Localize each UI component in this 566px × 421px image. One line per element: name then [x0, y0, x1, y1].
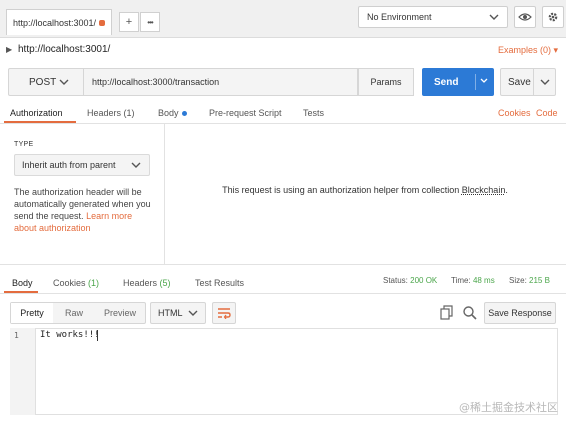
format-pretty-button[interactable]: Pretty — [11, 303, 53, 323]
send-divider — [475, 74, 476, 90]
copy-icon[interactable] — [440, 305, 454, 321]
response-tab-body[interactable]: Body — [12, 278, 33, 288]
response-headers-count: (5) — [159, 278, 171, 288]
response-tab-headers[interactable]: Headers (5) — [123, 278, 171, 288]
text-cursor — [97, 330, 98, 341]
chevron-down-icon — [188, 310, 198, 316]
method-label: POST — [29, 76, 57, 88]
auth-type-label: TYPE — [14, 141, 34, 148]
tab-options-button[interactable]: ••• — [140, 12, 160, 32]
save-label: Save — [508, 76, 531, 88]
eye-icon — [518, 13, 532, 21]
auth-message-text: This request is using an authorization h… — [222, 185, 460, 195]
line-number: 1 — [14, 331, 19, 340]
language-label: HTML — [158, 308, 183, 318]
new-tab-button[interactable]: + — [119, 12, 139, 32]
chevron-down-icon — [59, 79, 69, 85]
response-tabs-border — [0, 293, 566, 294]
body-indicator-dot-icon — [181, 111, 187, 117]
send-label: Send — [434, 76, 459, 88]
language-select[interactable]: HTML — [150, 302, 206, 324]
request-tab-title: http://localhost:3001/ — [13, 17, 97, 28]
format-preview-button[interactable]: Preview — [95, 303, 145, 323]
wrap-lines-button[interactable] — [212, 302, 236, 324]
watermark: @稀土掘金技术社区 — [459, 401, 558, 414]
chevron-down-icon — [131, 162, 141, 168]
request-title-row: ▶ http://localhost:3001/ Examples (0) ▾ — [0, 38, 566, 62]
active-tab-indicator — [4, 121, 76, 123]
tab-authorization[interactable]: Authorization — [10, 108, 63, 118]
auth-helper-message: This request is using an authorization h… — [165, 185, 565, 195]
manage-environments-button[interactable] — [542, 6, 564, 28]
auth-description: The authorization header will be automat… — [14, 186, 154, 234]
response-time: Time: 48 ms — [451, 276, 495, 285]
format-toggle-group: Pretty Raw Preview — [10, 302, 146, 324]
time-value: 48 ms — [472, 276, 495, 285]
request-name[interactable]: http://localhost:3001/ — [18, 44, 110, 55]
save-button[interactable]: Save — [500, 68, 556, 96]
status-label: Status: — [383, 276, 408, 285]
line-number-gutter — [10, 328, 36, 415]
expand-arrow-icon[interactable]: ▶ — [6, 45, 12, 54]
chevron-down-icon — [489, 14, 499, 20]
size-value: 215 B — [529, 276, 550, 285]
environment-quick-look-button[interactable] — [514, 6, 536, 28]
response-cookies-label: Cookies — [53, 278, 86, 288]
time-label: Time: — [451, 276, 471, 285]
method-select[interactable]: POST — [8, 68, 84, 96]
collection-link[interactable]: Blockchain — [462, 185, 506, 195]
auth-message-end: . — [505, 185, 508, 195]
environment-select[interactable]: No Environment — [358, 6, 508, 28]
unsaved-dot-icon — [99, 20, 105, 26]
gear-icon — [548, 12, 558, 22]
environment-label: No Environment — [367, 12, 432, 22]
response-body-text: It works!!! — [40, 330, 100, 340]
save-response-button[interactable]: Save Response — [484, 302, 556, 324]
format-raw-button[interactable]: Raw — [53, 303, 95, 323]
auth-type-value: Inherit auth from parent — [22, 160, 116, 170]
cookies-link[interactable]: Cookies — [498, 108, 531, 118]
code-link[interactable]: Code — [536, 108, 558, 118]
response-cookies-count: (1) — [88, 278, 100, 288]
tab-body[interactable]: Body — [158, 108, 187, 118]
save-divider — [533, 69, 534, 95]
response-tab-cookies[interactable]: Cookies (1) — [53, 278, 99, 288]
status-value: 200 OK — [410, 276, 438, 285]
panel-divider — [0, 264, 566, 265]
chevron-down-icon[interactable] — [480, 76, 488, 86]
examples-label: Examples (0) — [497, 45, 551, 55]
tab-headers[interactable]: Headers (1) — [87, 108, 135, 118]
response-headers-label: Headers — [123, 278, 158, 288]
response-size: Size: 215 B — [509, 276, 550, 285]
url-input[interactable]: http://localhost:3000/transaction — [84, 68, 358, 96]
search-icon[interactable] — [462, 305, 478, 321]
request-tabs — [0, 102, 566, 124]
send-button[interactable]: Send — [422, 68, 494, 96]
response-tab-test-results[interactable]: Test Results — [195, 278, 244, 288]
auth-type-select[interactable]: Inherit auth from parent — [14, 154, 150, 176]
response-status: Status: 200 OK — [383, 276, 437, 285]
size-label: Size: — [509, 276, 527, 285]
examples-dropdown[interactable]: Examples (0) ▾ — [498, 45, 558, 56]
params-button[interactable]: Params — [358, 68, 414, 96]
wrap-lines-icon — [218, 308, 231, 319]
request-tab[interactable]: http://localhost:3001/ — [6, 9, 112, 35]
tab-body-label: Body — [158, 108, 179, 118]
tab-pre-request-script[interactable]: Pre-request Script — [209, 108, 282, 118]
tab-tests[interactable]: Tests — [303, 108, 324, 118]
chevron-down-icon[interactable] — [540, 77, 550, 87]
